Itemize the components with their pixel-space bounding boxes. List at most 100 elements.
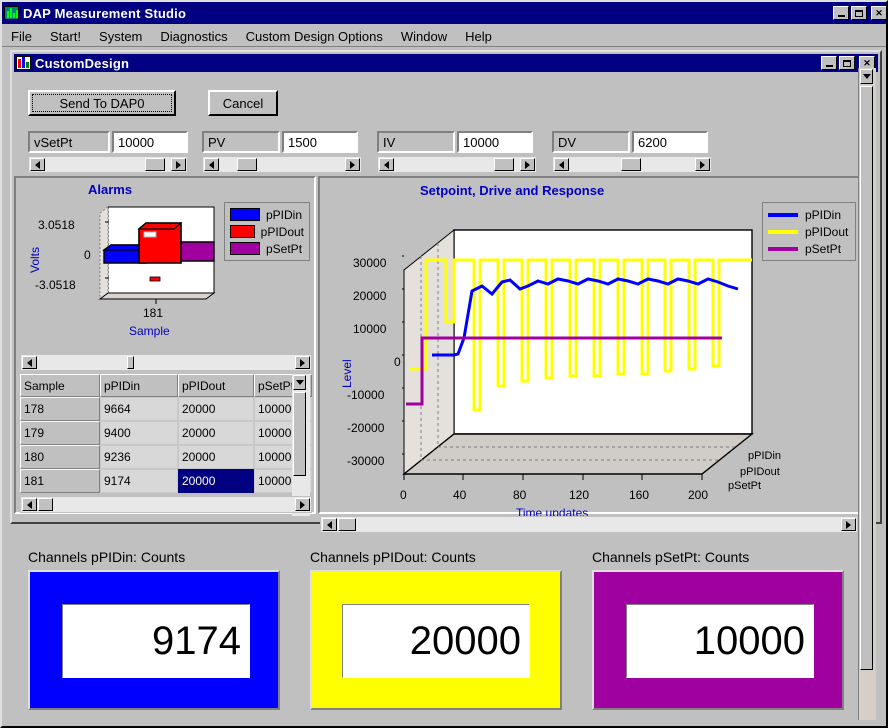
menubar: File Start! System Diagnostics Custom De…: [2, 26, 888, 47]
scroll-left-button[interactable]: [22, 498, 37, 511]
chevron-left-icon: [209, 161, 214, 169]
scroll-left-button[interactable]: [204, 158, 219, 171]
scroll-thumb[interactable]: [860, 86, 873, 670]
scroll-right-button[interactable]: [171, 158, 186, 171]
scroll-down-button[interactable]: [860, 69, 873, 84]
chart-bars-icon: [16, 56, 31, 70]
scroll-right-button[interactable]: [345, 158, 360, 171]
table-header-ppidout[interactable]: pPIDout: [178, 374, 254, 397]
main-ytick-0: 0: [394, 355, 401, 369]
close-button[interactable]: ✕: [871, 6, 887, 20]
scroll-left-button[interactable]: [22, 356, 37, 369]
menu-item-file[interactable]: File: [2, 27, 41, 46]
scroll-left-button[interactable]: [322, 518, 337, 531]
main-ytick-30000: 30000: [353, 256, 386, 270]
table-row[interactable]: 180: [20, 445, 100, 469]
legend-label-psetpt: pSetPt: [805, 242, 841, 256]
param-value-iv[interactable]: 10000: [457, 131, 533, 153]
send-to-dap0-button[interactable]: Send To DAP0: [28, 90, 176, 116]
maximize-button[interactable]: [851, 6, 867, 20]
table-row[interactable]: 9400: [100, 421, 178, 445]
menu-item-help[interactable]: Help: [456, 27, 501, 46]
legend-item: pPIDin: [230, 206, 304, 223]
param-value-vsetpt[interactable]: 10000: [112, 131, 188, 153]
scroll-thumb[interactable]: [237, 158, 257, 171]
alarms-xtick-181: 181: [143, 306, 163, 320]
document-vscrollbar[interactable]: [858, 68, 876, 720]
param-scrollbar-vsetpt[interactable]: [28, 156, 188, 173]
menu-item-custom-design-options[interactable]: Custom Design Options: [237, 27, 392, 46]
inner-minimize-button[interactable]: [821, 56, 837, 70]
param-value-dv[interactable]: 6200: [632, 131, 708, 153]
chevron-down-icon: [863, 74, 871, 79]
main-chart-hscrollbar[interactable]: [320, 516, 858, 533]
table-hscrollbar[interactable]: [20, 496, 312, 513]
minimize-icon: [838, 15, 845, 17]
meter-panel-psetpt: 10000: [592, 570, 844, 710]
scroll-left-button[interactable]: [30, 158, 45, 171]
table-row[interactable]: 9664: [100, 397, 178, 421]
chevron-left-icon: [27, 359, 32, 367]
legend-line-psetpt: [768, 247, 798, 251]
inner-maximize-button[interactable]: [839, 56, 855, 70]
chevron-right-icon: [700, 161, 705, 169]
menu-item-window[interactable]: Window: [392, 27, 456, 46]
scroll-thumb[interactable]: [621, 158, 641, 171]
scroll-thumb[interactable]: [127, 356, 134, 369]
meter-label-psetpt: Channels pSetPt: Counts: [592, 549, 749, 565]
chevron-right-icon: [300, 359, 305, 367]
table-header-sample[interactable]: Sample: [20, 374, 100, 397]
scroll-right-button[interactable]: [295, 356, 310, 369]
menu-item-diagnostics[interactable]: Diagnostics: [151, 27, 236, 46]
table-row[interactable]: 20000: [178, 421, 254, 445]
param-scrollbar-iv[interactable]: [377, 156, 537, 173]
scroll-left-button[interactable]: [379, 158, 394, 171]
legend-swatch-ppidout: [230, 225, 255, 238]
param-value-pv[interactable]: 1500: [282, 131, 358, 153]
table-row[interactable]: 20000: [178, 397, 254, 421]
chevron-right-icon: [350, 161, 355, 169]
legend-item: pPIDout: [230, 223, 304, 240]
scroll-right-button[interactable]: [520, 158, 535, 171]
main-titlebar: DAP Measurement Studio ✕: [2, 2, 888, 24]
cancel-button[interactable]: Cancel: [208, 90, 278, 116]
legend-label-ppidin: pPIDin: [266, 208, 302, 222]
scroll-down-button[interactable]: [293, 375, 306, 390]
table-row[interactable]: 9236: [100, 445, 178, 469]
table-vscrollbar[interactable]: [292, 374, 310, 516]
table-row[interactable]: 181: [20, 469, 100, 493]
alarms-hscrollbar[interactable]: [20, 354, 312, 371]
scroll-right-button[interactable]: [695, 158, 710, 171]
chevron-left-icon: [35, 161, 40, 169]
table-row[interactable]: 178: [20, 397, 100, 421]
param-scrollbar-dv[interactable]: [552, 156, 712, 173]
alarms-ytick-0: 3.0518: [38, 218, 75, 232]
zlabel-ppidout: pPIDout: [740, 466, 780, 478]
scroll-right-button[interactable]: [295, 498, 310, 511]
table-row[interactable]: 9174: [100, 469, 178, 493]
main-window-controls: ✕: [833, 6, 888, 20]
main-ytick--10000: -10000: [347, 388, 384, 402]
param-scrollbar-pv[interactable]: [202, 156, 362, 173]
scroll-thumb[interactable]: [494, 158, 514, 171]
param-label-vsetpt: vSetPt: [28, 131, 110, 153]
scroll-thumb[interactable]: [293, 392, 306, 476]
zlabel-ppidin: pPIDin: [748, 450, 781, 462]
table-row[interactable]: 179: [20, 421, 100, 445]
scroll-thumb[interactable]: [145, 158, 165, 171]
main-chart-legend: pPIDin pPIDout pSetPt: [762, 202, 856, 261]
table-row[interactable]: 20000: [178, 445, 254, 469]
app-title: DAP Measurement Studio: [23, 6, 186, 21]
menu-item-start[interactable]: Start!: [41, 27, 90, 46]
focus-ring: [32, 94, 172, 112]
menu-item-system[interactable]: System: [90, 27, 151, 46]
table-header-ppidin[interactable]: pPIDin: [100, 374, 178, 397]
table-cell-selected[interactable]: 20000: [178, 469, 254, 493]
scroll-left-button[interactable]: [554, 158, 569, 171]
minimize-button[interactable]: [833, 6, 849, 20]
scroll-right-button[interactable]: [841, 518, 856, 531]
scroll-thumb[interactable]: [38, 498, 53, 511]
main-chart-title: Setpoint, Drive and Response: [420, 183, 604, 198]
alarms-ylabel: Volts: [28, 247, 42, 273]
scroll-thumb[interactable]: [338, 518, 356, 531]
